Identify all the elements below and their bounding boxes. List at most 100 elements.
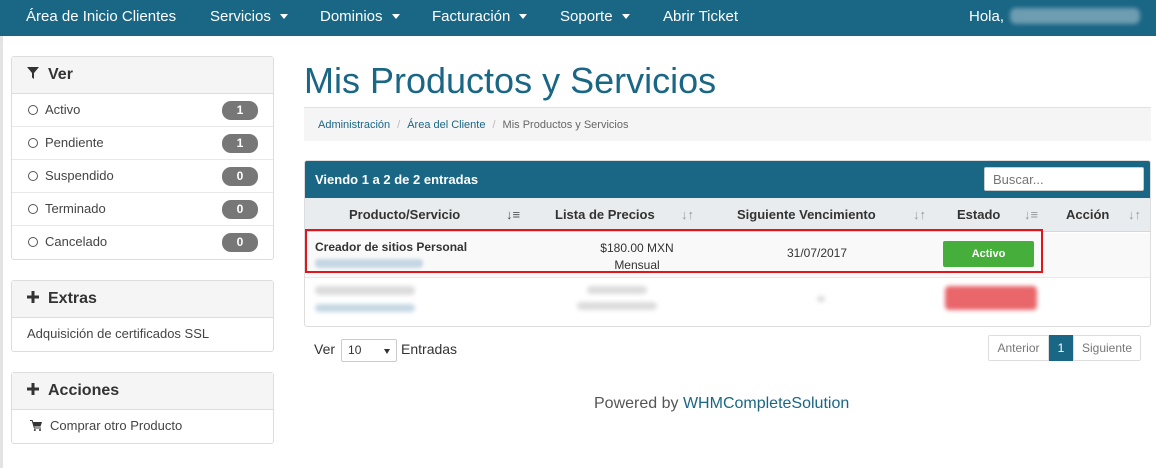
price-cell: $180.00 MXN Mensual [567, 240, 707, 274]
filter-item-terminado[interactable]: Terminado 0 [12, 193, 273, 226]
redacted-due-date [817, 296, 825, 302]
breadcrumb-current: Mis Productos y Servicios [502, 119, 629, 131]
product-name: Creador de sitios Personal [315, 240, 468, 254]
radio-circle-icon [28, 171, 38, 181]
chevron-down-icon [519, 13, 528, 19]
count-badge: 1 [222, 134, 258, 153]
powered-by-prefix: Powered by [594, 395, 679, 412]
redacted-product-name [315, 286, 415, 295]
billing-cycle: Mensual [614, 258, 660, 272]
order-product-link[interactable]: Comprar otro Producto [12, 410, 273, 443]
page-title: Mis Productos y Servicios [304, 60, 717, 101]
sidebar-extras-panel: Extras Adquisición de certificados SSL [11, 280, 274, 352]
price-amount: $180.00 MXN [600, 241, 674, 255]
plus-icon [27, 281, 41, 317]
filter-icon [27, 57, 41, 93]
radio-circle-icon [28, 138, 38, 148]
chevron-down-icon [279, 13, 288, 19]
order-product-label: Comprar otro Producto [50, 418, 183, 433]
status-badge[interactable]: Activo [943, 241, 1034, 267]
count-badge: 1 [222, 101, 258, 120]
nav-services-label: Servicios [210, 8, 271, 25]
pagination-previous-button[interactable]: Anterior [988, 335, 1049, 361]
breadcrumb-admin-link[interactable]: Administración [318, 119, 390, 131]
column-header-product[interactable]: Producto/Servicio [349, 198, 460, 232]
entries-length-control: Ver 10 Entradas [314, 339, 457, 362]
table-info-text: Viendo 1 a 2 de 2 entradas [315, 172, 479, 187]
count-badge: 0 [222, 233, 258, 252]
products-table: Viendo 1 a 2 de 2 entradas Producto/Serv… [304, 160, 1151, 327]
extras-panel-title: Extras [48, 290, 97, 307]
greeting-label: Hola, [969, 8, 1005, 25]
column-header-price[interactable]: Lista de Precios [555, 198, 655, 232]
sort-icon[interactable]: ↓↑ [681, 198, 694, 232]
redacted-domain [315, 304, 415, 312]
redacted-price [587, 286, 647, 294]
actions-panel-title: Acciones [48, 382, 120, 399]
column-header-status[interactable]: Estado [957, 198, 1000, 232]
radio-circle-icon [28, 105, 38, 115]
pagination-next-button[interactable]: Siguiente [1073, 335, 1141, 361]
nav-open-ticket-link[interactable]: Abrir Ticket [663, 0, 738, 36]
table-row[interactable]: Creador de sitios Personal $180.00 MXN M… [305, 233, 1150, 277]
top-navbar: Área de Inicio Clientes Servicios Domini… [0, 0, 1156, 36]
redacted-user-name [1010, 8, 1141, 25]
table-row-redacted[interactable] [305, 277, 1150, 321]
entries-per-page-value: 10 [348, 343, 362, 357]
pagination-page-1[interactable]: 1 [1049, 335, 1073, 361]
extras-panel-header: Extras [12, 281, 273, 318]
sort-desc-icon[interactable]: ↓≡ [506, 198, 520, 232]
shopping-cart-icon [30, 411, 44, 443]
sort-icon: ↓↑ [1128, 207, 1141, 222]
length-label-before: Ver [314, 341, 336, 358]
breadcrumb-separator: / [397, 119, 401, 131]
view-panel-title: Ver [48, 66, 73, 83]
filter-item-cancelado[interactable]: Cancelado 0 [12, 226, 273, 259]
due-date: 31/07/2017 [786, 246, 848, 260]
entries-per-page-select[interactable]: 10 [341, 339, 398, 362]
view-panel-header: Ver [12, 57, 273, 94]
length-label-after: Entradas [401, 341, 458, 358]
breadcrumb: Administración / Área del Cliente / Mis Prod… [304, 107, 1151, 141]
nav-billing-label: Facturación [432, 8, 511, 25]
table-search-input[interactable] [984, 167, 1144, 191]
count-badge: 0 [222, 200, 258, 219]
column-header-due-date[interactable]: Siguiente Vencimiento [737, 198, 876, 232]
filter-item-activo[interactable]: Activo 1 [12, 94, 273, 127]
filter-label: Activo [45, 102, 81, 117]
redacted-cycle [577, 302, 657, 310]
filter-label: Cancelado [45, 234, 108, 249]
filter-label: Terminado [45, 201, 106, 216]
radio-circle-icon [28, 204, 38, 214]
nav-services-dropdown[interactable]: Servicios [210, 0, 288, 36]
breadcrumb-client-area-link[interactable]: Área del Cliente [407, 119, 485, 131]
user-menu[interactable]: Hola, [969, 0, 1141, 36]
sort-desc-icon[interactable]: ↓≡ [1024, 198, 1038, 232]
nav-domains-label: Dominios [320, 8, 383, 25]
filter-label: Pendiente [45, 135, 104, 150]
nav-support-label: Soporte [560, 8, 613, 25]
ssl-certificates-link[interactable]: Adquisición de certificados SSL [12, 318, 273, 351]
sidebar-actions-panel: Acciones Comprar otro Producto [11, 372, 274, 444]
sidebar-view-panel: Ver Activo 1 Pendiente 1 Suspendido 0 Te… [11, 56, 274, 260]
sort-icon[interactable]: ↓↑ [913, 198, 926, 232]
radio-circle-icon [28, 237, 38, 247]
chevron-down-icon [391, 13, 400, 19]
page-left-border [0, 36, 3, 468]
nav-billing-dropdown[interactable]: Facturación [432, 0, 528, 36]
table-header: Producto/Servicio ↓≡ Lista de Precios ↓↑… [305, 198, 1150, 232]
nav-home-link[interactable]: Área de Inicio Clientes [26, 0, 176, 36]
powered-by: Powered by WHMCompleteSolution [594, 395, 849, 413]
actions-panel-header: Acciones [12, 373, 273, 410]
nav-support-dropdown[interactable]: Soporte [560, 0, 630, 36]
filter-item-pendiente[interactable]: Pendiente 1 [12, 127, 273, 160]
plus-icon [27, 373, 41, 409]
filter-item-suspendido[interactable]: Suspendido 0 [12, 160, 273, 193]
table-toolbar: Viendo 1 a 2 de 2 entradas [305, 161, 1150, 198]
dropdown-arrow-icon [384, 349, 391, 354]
nav-domains-dropdown[interactable]: Dominios [320, 0, 400, 36]
chevron-down-icon [621, 13, 630, 19]
breadcrumb-separator: / [492, 119, 496, 131]
whmcs-link[interactable]: WHMCompleteSolution [683, 395, 849, 412]
filter-label: Suspendido [45, 168, 114, 183]
